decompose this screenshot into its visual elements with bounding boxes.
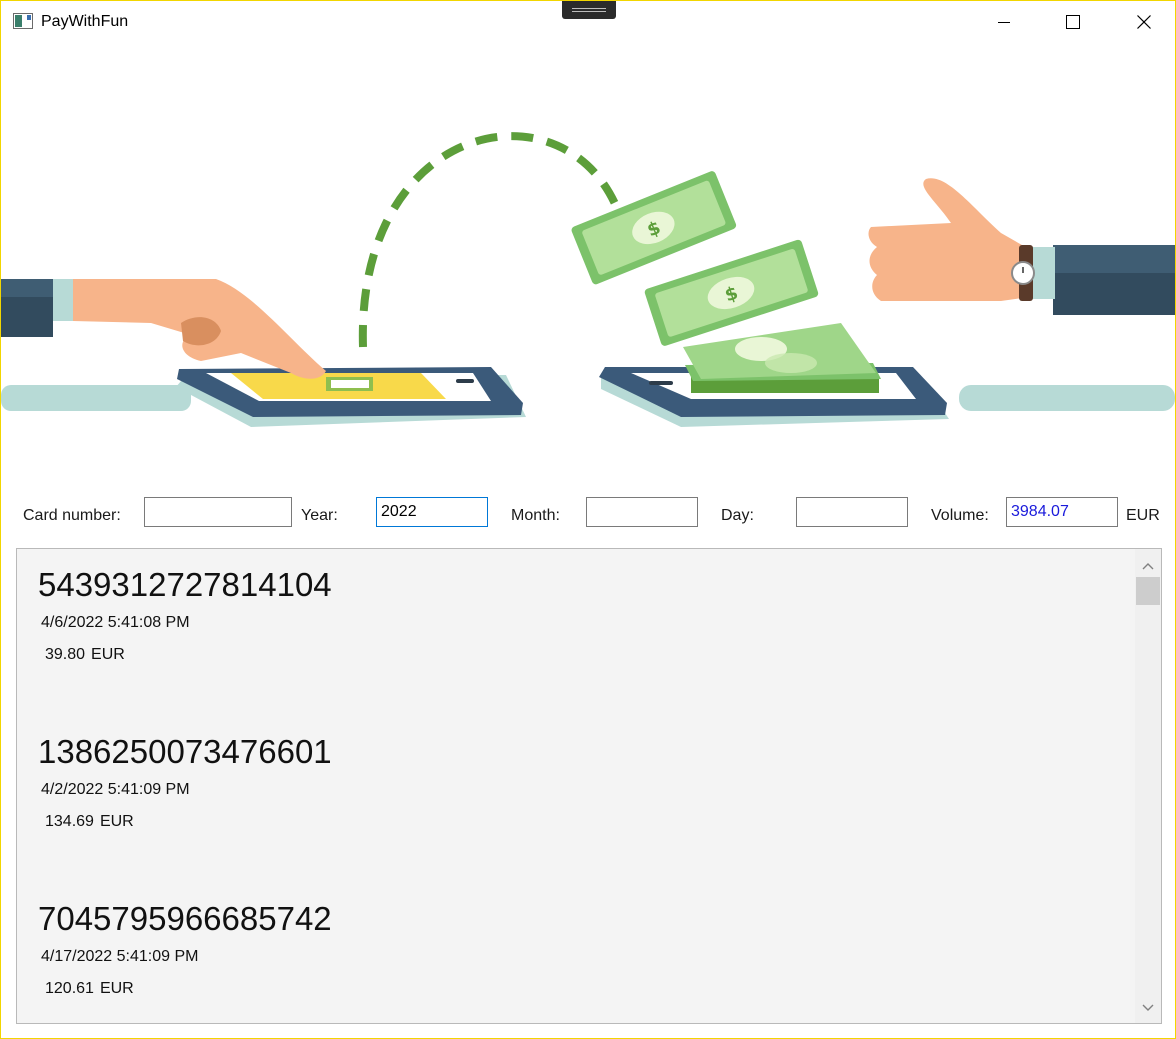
amount-value: 120.61: [45, 980, 94, 997]
month-input[interactable]: [586, 497, 698, 527]
filter-bar: Card number: Year: Month: Day: Volume: E…: [1, 495, 1175, 535]
transaction-date: 4/6/2022 5:41:08 PM: [41, 614, 190, 631]
scroll-down-button[interactable]: [1135, 995, 1161, 1021]
transaction-date: 4/2/2022 5:41:09 PM: [41, 781, 190, 798]
transaction-amount: 120.61 EUR: [45, 980, 134, 998]
vertical-scrollbar[interactable]: [1135, 549, 1161, 1023]
volume-label: Volume:: [931, 507, 989, 524]
card-number-label: Card number:: [23, 507, 121, 524]
chevron-down-icon: [1142, 1004, 1154, 1011]
transaction-list[interactable]: 5439312727814104 4/6/2022 5:41:08 PM 39.…: [16, 548, 1162, 1024]
amount-currency: EUR: [99, 980, 134, 997]
transaction-amount: 39.80 EUR: [45, 646, 125, 664]
card-number: 1386250073476601: [38, 733, 332, 770]
window-title: PayWithFun: [41, 13, 129, 30]
right-hand-thumbs-up: [868, 178, 1175, 315]
right-floor-shadow: [959, 385, 1175, 411]
close-icon: [1137, 15, 1151, 29]
maximize-button[interactable]: [1050, 1, 1096, 43]
amount-currency: EUR: [91, 646, 125, 663]
app-window: PayWithFun $ $ Card number: Year: 2022 M…: [0, 0, 1176, 1039]
scrollbar-thumb[interactable]: [1136, 577, 1160, 605]
volume-input[interactable]: [1006, 497, 1118, 527]
amount-value: 134.69: [45, 813, 94, 830]
day-label: Day:: [721, 507, 754, 524]
snap-layout-handle[interactable]: [562, 1, 616, 19]
maximize-icon: [1066, 15, 1080, 29]
chevron-up-icon: [1142, 563, 1154, 570]
card-number: 5439312727814104: [38, 566, 332, 603]
left-tablet: [176, 367, 526, 427]
amount-value: 39.80: [45, 646, 86, 663]
transaction-amount: 134.69 EUR: [45, 813, 134, 831]
scroll-up-button[interactable]: [1135, 553, 1161, 579]
card-number: 7045795966685742: [38, 900, 332, 937]
list-item: 7045795966685742 4/17/2022 5:41:09 PM 12…: [38, 900, 332, 998]
card-number-input[interactable]: [144, 497, 292, 527]
transaction-date: 4/17/2022 5:41:09 PM: [41, 948, 199, 965]
payment-illustration: $ $: [1, 132, 1175, 427]
left-hand: [1, 279, 326, 379]
volume-currency: EUR: [1126, 507, 1160, 524]
amount-currency: EUR: [99, 813, 134, 830]
list-item: 1386250073476601 4/2/2022 5:41:09 PM 134…: [38, 733, 332, 831]
title-bar[interactable]: PayWithFun: [1, 1, 1175, 43]
day-input[interactable]: [796, 497, 908, 527]
app-icon: [13, 13, 33, 29]
year-input[interactable]: [376, 497, 488, 527]
money-stack: [683, 323, 881, 393]
left-floor-shadow: [1, 385, 191, 411]
list-item: 5439312727814104 4/6/2022 5:41:08 PM 39.…: [38, 566, 332, 664]
minimize-button[interactable]: [981, 1, 1027, 43]
close-button[interactable]: [1121, 1, 1167, 43]
year-label: Year:: [301, 507, 338, 524]
month-label: Month:: [511, 507, 560, 524]
minimize-icon: [998, 22, 1010, 23]
